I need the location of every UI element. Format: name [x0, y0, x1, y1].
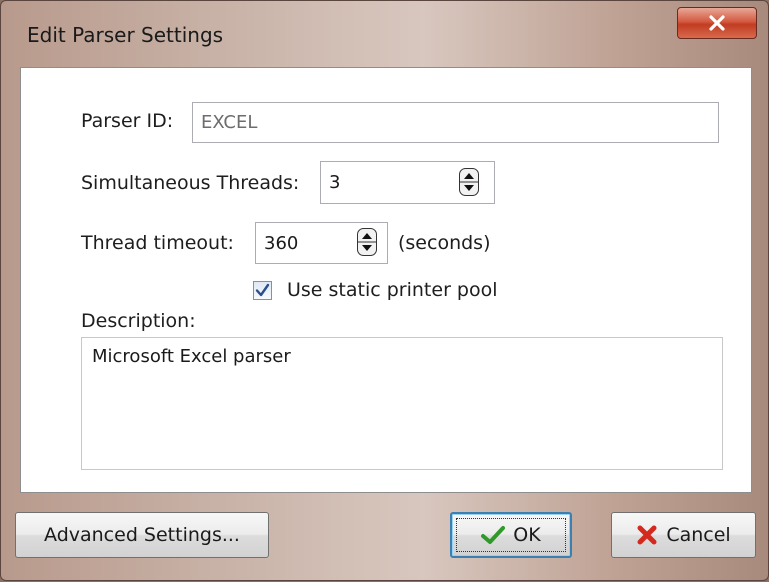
ok-label: OK — [513, 524, 541, 546]
parser-id-field[interactable] — [192, 102, 719, 143]
dialog-window: Edit Parser Settings Parser ID: Simultan… — [0, 0, 769, 581]
description-field[interactable]: Microsoft Excel parser — [81, 337, 723, 470]
ok-button[interactable]: OK — [450, 512, 572, 558]
advanced-settings-button[interactable]: Advanced Settings... — [15, 512, 269, 558]
description-label: Description: — [81, 310, 196, 332]
static-printer-pool-label[interactable]: Use static printer pool — [287, 279, 498, 301]
title-bar[interactable]: Edit Parser Settings — [1, 1, 768, 71]
cancel-label: Cancel — [666, 524, 731, 546]
red-x-icon — [637, 525, 657, 545]
checkmark-icon — [255, 283, 270, 297]
simultaneous-threads-label: Simultaneous Threads: — [81, 172, 300, 194]
button-bar: Advanced Settings... OK Cancel — [1, 493, 768, 582]
close-button[interactable] — [677, 7, 757, 39]
close-icon — [709, 15, 725, 31]
checkmark-icon — [481, 526, 506, 544]
thread-timeout-label: Thread timeout: — [81, 232, 234, 254]
timeout-spinner-icon[interactable] — [357, 228, 377, 256]
settings-panel: Parser ID: Simultaneous Threads: Thread … — [20, 67, 752, 493]
static-printer-pool-checkbox[interactable] — [253, 281, 272, 300]
advanced-settings-label: Advanced Settings... — [44, 524, 240, 546]
threads-spinner-icon[interactable] — [459, 168, 479, 196]
timeout-unit-label: (seconds) — [398, 232, 491, 254]
window-title: Edit Parser Settings — [27, 23, 224, 47]
parser-id-label: Parser ID: — [81, 110, 174, 132]
cancel-button[interactable]: Cancel — [611, 512, 756, 558]
